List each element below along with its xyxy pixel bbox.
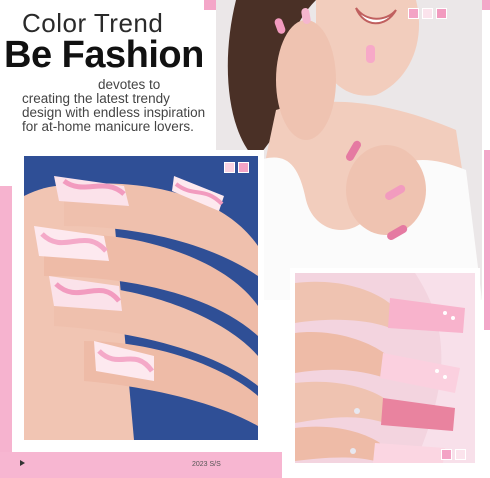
swatch	[408, 8, 419, 19]
play-icon	[20, 460, 25, 466]
pink-frame-left	[0, 186, 12, 478]
blurb-first-line: devotes to	[98, 77, 161, 92]
pink-frame-bottom	[0, 452, 282, 478]
season-label: 2023 S/S	[192, 461, 221, 468]
swatch	[224, 162, 235, 173]
headline: Be Fashion	[4, 34, 204, 76]
color-swatches-left	[224, 162, 249, 173]
color-swatches-top	[408, 8, 447, 19]
coffin-nails-illustration	[295, 273, 475, 463]
pink-frame-right	[484, 150, 490, 330]
blurb-rest: creating the latest trendy design with e…	[22, 91, 206, 134]
swatch	[455, 449, 466, 460]
swatch	[436, 8, 447, 19]
swatch	[238, 162, 249, 173]
coffin-nails-photo	[290, 268, 480, 468]
swirl-nails-illustration	[24, 156, 258, 440]
color-swatches-bottom	[441, 449, 466, 460]
blurb: devotes to creating the latest trendy de…	[22, 78, 212, 134]
swirl-nails-photo	[18, 150, 264, 446]
swatch	[441, 449, 452, 460]
swatch	[422, 8, 433, 19]
